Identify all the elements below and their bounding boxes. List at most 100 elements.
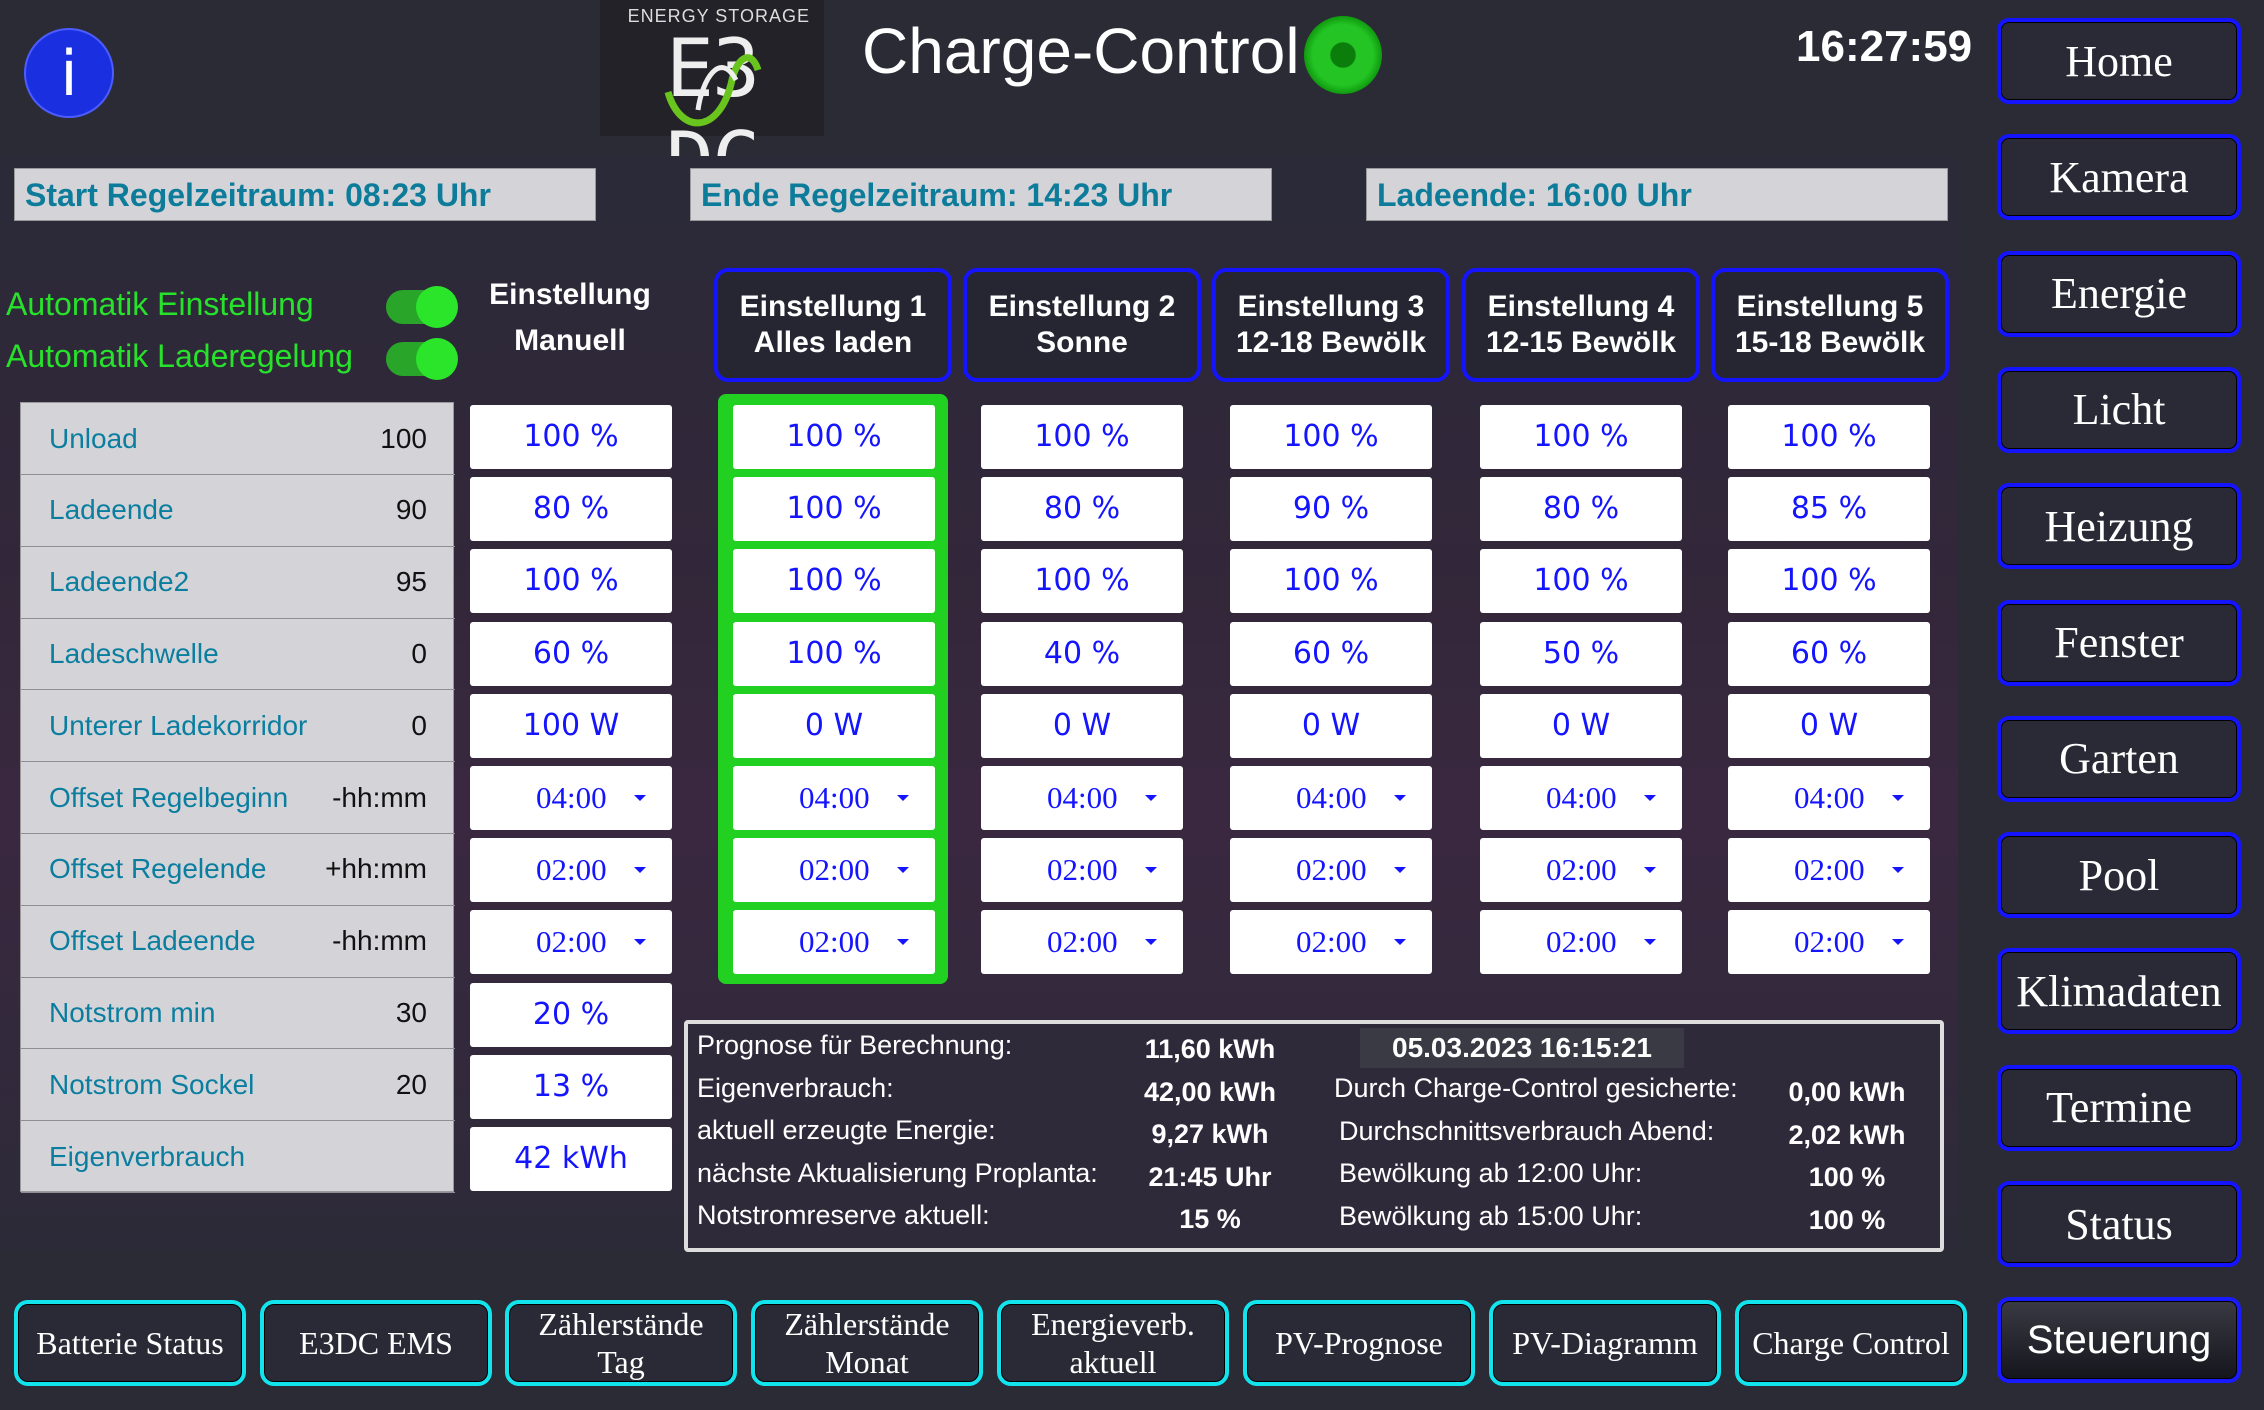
manual-unterer-ladekorridor-input[interactable]: 100 W [470,693,672,758]
setting-1-unload-input[interactable]: 100 % [733,405,935,469]
nav-garten-button[interactable]: Garten [1997,715,2241,802]
setting-3-ladeende-input[interactable]: 90 % [1230,477,1432,542]
nav-licht-button[interactable]: Licht [1997,366,2241,453]
info-value: 15 % [1179,1204,1241,1234]
param-unit: +hh:mm [325,853,427,885]
setting-1-offset-regelende-select[interactable]: 02:00 [733,838,935,903]
setting-4-ladeschwelle-input[interactable]: 50 % [1480,621,1682,686]
manual-unload-input[interactable]: 100 % [470,405,672,469]
setting-2-ladeende2-input[interactable]: 100 % [981,549,1183,614]
setting-1-ladeschwelle-input[interactable]: 100 % [733,621,935,686]
setting-2-ladeende-input[interactable]: 80 % [981,477,1183,542]
setting-4-ladeende2-input[interactable]: 100 % [1480,549,1682,614]
info-value: 100 % [1808,1204,1886,1235]
bottom-zählerstände-monat-button[interactable]: Zählerstände Monat [751,1300,983,1386]
bottom-charge-control-button[interactable]: Charge Control [1735,1300,1967,1386]
setting-5-offset-regelende-select[interactable]: 02:00 [1728,838,1930,903]
setting-1-header[interactable]: Einstellung 1 Alles laden [714,268,952,382]
manual-offset-regelbeginn-select[interactable]: 04:00 [470,766,672,830]
setting-2-offset-ladeende-select[interactable]: 02:00 [981,910,1183,975]
auto-charge-toggle[interactable] [386,338,458,380]
setting-1-offset-regelbeginn-select[interactable]: 04:00 [733,766,935,830]
info-label: Durchschnittsverbrauch Abend: [1339,1115,1715,1146]
bottom-energieverb-aktuell-button[interactable]: Energieverb. aktuell [997,1300,1229,1386]
manual-eigenverbrauch-input[interactable]: 42 kWh [470,1127,672,1191]
manual-ladeschwelle-input[interactable]: 60 % [470,621,672,686]
info-value: 21:45 Uhr [1148,1161,1272,1192]
manual-notstrom-min-input[interactable]: 20 % [470,982,672,1047]
param-unit: 30 [395,996,427,1028]
nav-klimadaten-button[interactable]: Klimadaten [1997,948,2241,1035]
param-unit: -hh:mm [332,781,427,813]
manual-notstrom-sockel-input[interactable]: 13 % [470,1054,672,1119]
parameter-list: Unload 100 Ladeende 90 Ladeende2 95 Ladeschwel… [20,402,455,1193]
manual-ladeende-input[interactable]: 80 % [470,477,672,542]
setting-3-ladeschwelle-input[interactable]: 60 % [1230,621,1432,686]
bottom-e3dc-ems-button[interactable]: E3DC EMS [260,1300,492,1386]
manual-offset-ladeende-select[interactable]: 02:00 [470,910,672,975]
setting-5-unterer-ladekorridor-input[interactable]: 0 W [1728,693,1930,758]
param-unit: 20 [395,1068,427,1100]
setting-1-ladeende-input[interactable]: 100 % [733,477,935,542]
setting-5-header[interactable]: Einstellung 5 15-18 Bewölk [1711,268,1949,382]
setting-3-ladeende2-input[interactable]: 100 % [1230,549,1432,614]
setting-3-unload-input[interactable]: 100 % [1230,405,1432,469]
setting-3-offset-regelbeginn-select[interactable]: 04:00 [1230,766,1432,830]
setting-5-ladeende-input[interactable]: 85 % [1728,477,1930,542]
param-label: Eigenverbrauch [49,1140,246,1172]
setting-5-unload-input[interactable]: 100 % [1728,405,1930,469]
clock: 16:27:59 [1796,22,1973,71]
setting-2-ladeschwelle-input[interactable]: 40 % [981,621,1183,686]
nav-status-button[interactable]: Status [1997,1181,2241,1267]
nav-heizung-button[interactable]: Heizung [1997,483,2241,570]
setting-4-offset-regelbeginn-select[interactable]: 04:00 [1480,766,1682,830]
param-label: Offset Regelbeginn [49,781,289,813]
info-label: Bewölkung ab 15:00 Uhr: [1339,1200,1643,1231]
bottom-pv-prognose-button[interactable]: PV-Prognose [1243,1300,1475,1386]
setting-1-unterer-ladekorridor-input[interactable]: 0 W [733,693,935,758]
nav-steuerung-button[interactable]: Steuerung [1997,1297,2241,1384]
setting-5-ladeende2-input[interactable]: 100 % [1728,549,1930,614]
button-label: Zählerstände [538,1306,704,1342]
nav-kamera-button[interactable]: Kamera [1997,134,2241,221]
nav-home-button[interactable]: Home [1997,18,2241,104]
setting-2-offset-regelende-select[interactable]: 02:00 [981,838,1183,903]
setting-2-unload-input[interactable]: 100 % [981,405,1183,469]
info-value: 100 % [1808,1162,1886,1192]
setting-4-ladeende-input[interactable]: 80 % [1480,477,1682,542]
setting-1-ladeende2-input[interactable]: 100 % [733,549,935,614]
info-value: 0,00 kWh [1788,1077,1906,1107]
setting-5-offset-regelbeginn-select[interactable]: 04:00 [1728,766,1930,830]
info-button[interactable]: i [24,28,114,118]
param-row-notstrom-min: Notstrom min 30 [21,977,455,1050]
setting-4-unterer-ladekorridor-input[interactable]: 0 W [1480,693,1682,758]
nav-energie-button[interactable]: Energie [1997,250,2241,337]
setting-5-ladeschwelle-input[interactable]: 60 % [1728,621,1930,686]
setting-4-offset-regelende-select[interactable]: 02:00 [1480,838,1682,903]
setting-2-offset-regelbeginn-select[interactable]: 04:00 [981,766,1183,830]
charge-end: Ladeende: 16:00 Uhr [1366,168,1948,221]
bottom-batterie-status-button[interactable]: Batterie Status [14,1300,246,1386]
setting-5-offset-ladeende-select[interactable]: 02:00 [1728,910,1930,975]
setting-4-header[interactable]: Einstellung 4 12-15 Bewölk [1462,268,1700,382]
setting-3-offset-ladeende-select[interactable]: 02:00 [1230,910,1432,975]
nav-termine-button[interactable]: Termine [1997,1064,2241,1151]
nav-fenster-button[interactable]: Fenster [1997,599,2241,686]
setting-2-unterer-ladekorridor-input[interactable]: 0 W [981,693,1183,758]
bottom-zählerstände-tag-button[interactable]: Zählerstände Tag [505,1300,737,1386]
info-label: aktuell erzeugte Energie: [697,1115,996,1145]
button-label: PV-Prognose [1275,1325,1443,1361]
manual-offset-regelende-select[interactable]: 02:00 [470,838,672,903]
setting-3-unterer-ladekorridor-input[interactable]: 0 W [1230,693,1432,758]
param-unit: 100 [380,422,427,454]
auto-setting-toggle[interactable] [386,286,458,328]
setting-4-offset-ladeende-select[interactable]: 02:00 [1480,910,1682,975]
setting-4-unload-input[interactable]: 100 % [1480,405,1682,469]
setting-2-header[interactable]: Einstellung 2 Sonne [963,268,1201,382]
setting-3-offset-regelende-select[interactable]: 02:00 [1230,838,1432,903]
nav-pool-button[interactable]: Pool [1997,832,2241,919]
bottom-pv-diagramm-button[interactable]: PV-Diagramm [1489,1300,1721,1386]
setting-3-header[interactable]: Einstellung 3 12-18 Bewölk [1212,268,1450,382]
setting-1-offset-ladeende-select[interactable]: 02:00 [733,910,935,975]
manual-ladeende2-input[interactable]: 100 % [470,549,672,614]
